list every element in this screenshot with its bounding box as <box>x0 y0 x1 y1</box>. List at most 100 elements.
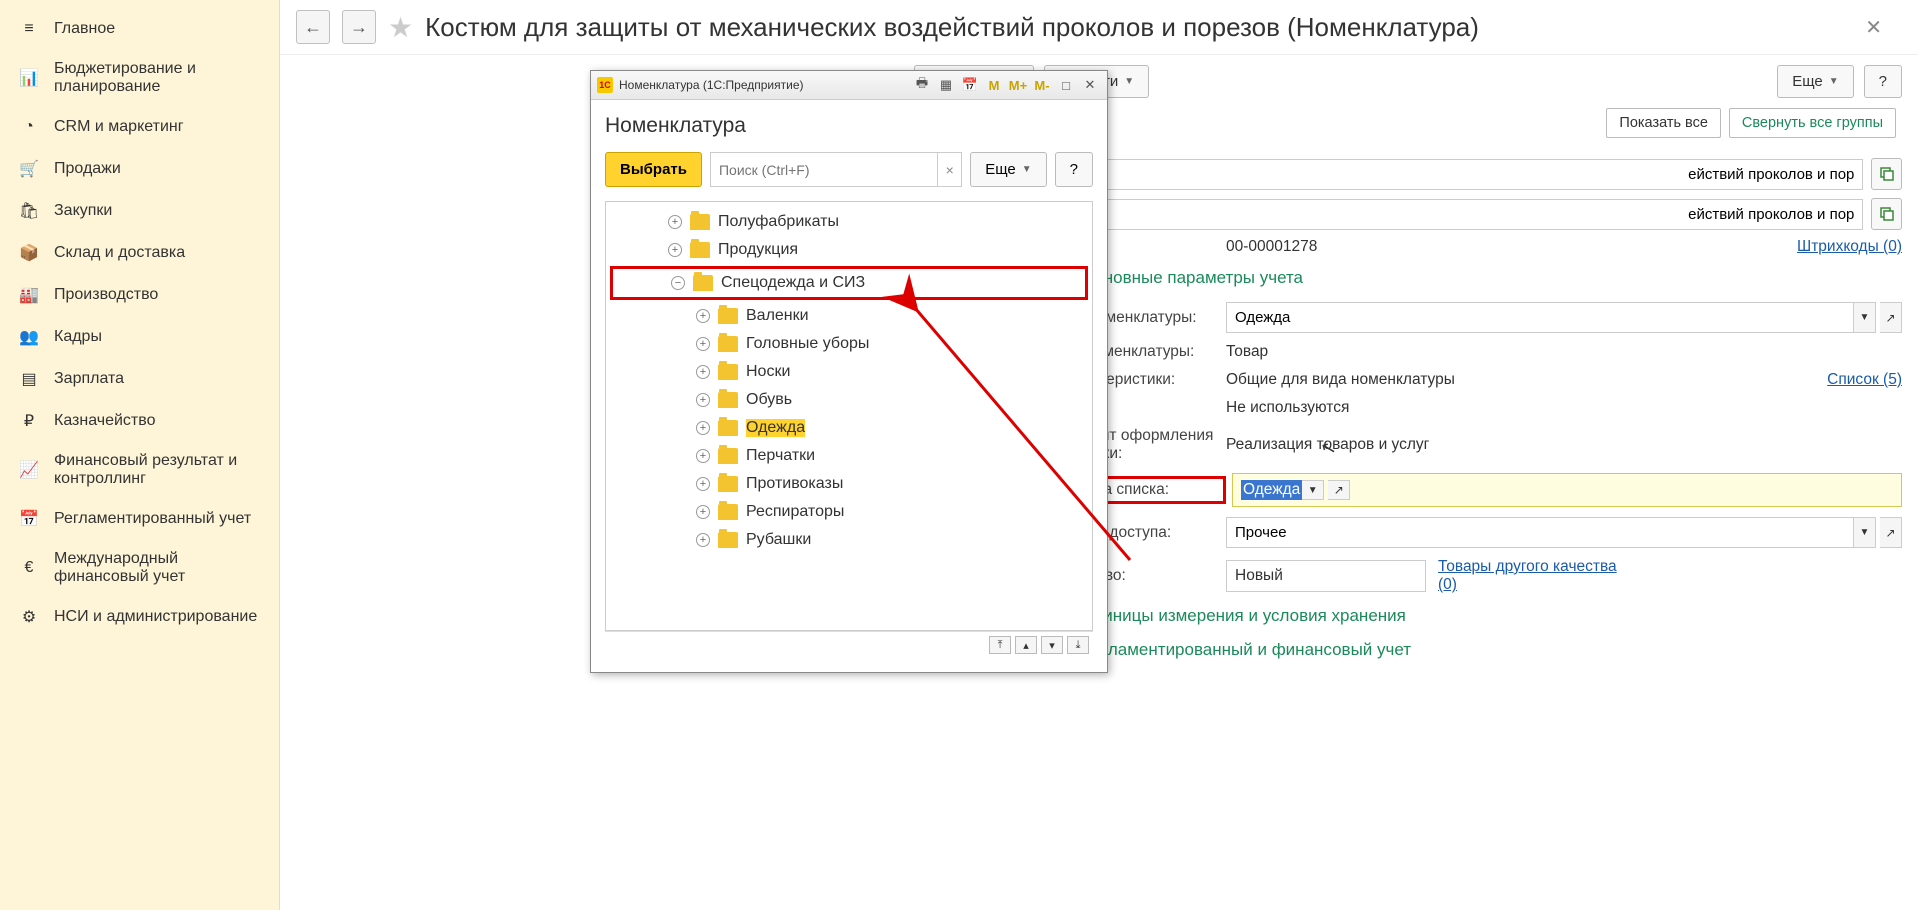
sidebar-item-hr[interactable]: 👥Кадры <box>0 316 279 358</box>
calc-icon[interactable]: ▦ <box>935 75 957 95</box>
copy-button-2[interactable] <box>1871 198 1902 230</box>
star-icon[interactable]: ★ <box>388 11 413 44</box>
grd-open[interactable]: ↗ <box>1880 517 1902 548</box>
section-reg[interactable]: ▸ Регламентированный и финансовый учет <box>1056 640 1902 660</box>
section-main-params[interactable]: ▾ Основные параметры учета <box>1056 268 1902 288</box>
tree-item[interactable]: +Продукция <box>610 236 1088 264</box>
sidebar-item-intl[interactable]: €Международный финансовый учет <box>0 540 279 596</box>
tree-bottom-button[interactable]: ⤓ <box>1067 636 1089 654</box>
copy-button-1[interactable] <box>1871 158 1902 190</box>
sidebar-label: Главное <box>54 20 115 38</box>
select-button[interactable]: Выбрать <box>605 152 702 187</box>
modal-more-button[interactable]: Еще▼ <box>970 152 1046 187</box>
sidebar-label: Бюджетирование и планирование <box>54 60 261 96</box>
ruble-icon: ₽ <box>18 410 40 432</box>
tree-item[interactable]: +Респираторы <box>610 498 1088 526</box>
sidebar-label: Производство <box>54 286 158 304</box>
back-button[interactable]: ← <box>296 10 330 44</box>
expand-icon[interactable]: − <box>671 276 685 290</box>
sidebar-item-warehouse[interactable]: 📦Склад и доставка <box>0 232 279 274</box>
modal-help-button[interactable]: ? <box>1055 152 1093 187</box>
kac-value[interactable]: Новый <box>1226 560 1426 592</box>
kac-link[interactable]: Товары другого качества (0) <box>1438 558 1638 594</box>
calendar-icon[interactable]: 📅 <box>959 75 981 95</box>
tree-item[interactable]: +Рубашки <box>610 526 1088 554</box>
forward-button[interactable]: → <box>342 10 376 44</box>
sidebar-item-crm[interactable]: ◔CRM и маркетинг <box>0 106 279 148</box>
close-button[interactable]: ✕ <box>1865 15 1882 40</box>
more-button[interactable]: Еще▼ <box>1777 65 1853 98</box>
tree-item[interactable]: +Головные уборы <box>610 330 1088 358</box>
expand-icon[interactable]: + <box>696 365 710 379</box>
tree-item[interactable]: +Валенки <box>610 302 1088 330</box>
sidebar-item-finance[interactable]: 📈Финансовый результат и контроллинг <box>0 442 279 498</box>
name-field-2[interactable] <box>1056 199 1863 230</box>
expand-icon[interactable]: + <box>696 337 710 351</box>
expand-icon[interactable]: + <box>668 215 682 229</box>
expand-icon[interactable]: + <box>696 533 710 547</box>
tree-down-button[interactable]: ▾ <box>1041 636 1063 654</box>
expand-icon[interactable]: + <box>668 243 682 257</box>
folder-icon <box>718 532 738 548</box>
menu-icon: ≡ <box>18 18 40 40</box>
tree-label: Спецодежда и СИЗ <box>721 274 865 292</box>
grl-open[interactable]: ↗ <box>1328 480 1350 500</box>
expand-icon[interactable]: + <box>696 505 710 519</box>
show-all-button[interactable]: Показать все <box>1606 108 1721 138</box>
modal-close-icon[interactable]: ✕ <box>1079 75 1101 95</box>
m-icon[interactable]: M <box>983 75 1005 95</box>
har-value: Общие для вида номенклатуры <box>1226 371 1827 389</box>
grd-dropdown[interactable]: ▼ <box>1854 517 1876 548</box>
expand-icon[interactable]: + <box>696 477 710 491</box>
code-value: 00-00001278 <box>1226 238 1317 256</box>
vid-input[interactable] <box>1226 302 1854 333</box>
m-plus-icon[interactable]: M+ <box>1007 75 1029 95</box>
barcodes-link[interactable]: Штрихкоды (0) <box>1797 238 1902 256</box>
grl-dropdown[interactable]: ▼ <box>1302 480 1324 500</box>
help-button[interactable]: ? <box>1864 65 1902 98</box>
tree-item[interactable]: +Носки <box>610 358 1088 386</box>
nomenclature-modal: 1C Номенклатура (1С:Предприятие) 🖶 ▦ 📅 M… <box>590 70 1108 673</box>
folder-icon <box>718 308 738 324</box>
clear-search-icon[interactable]: × <box>938 152 962 187</box>
grd-input[interactable] <box>1226 517 1854 548</box>
sidebar-item-nsi[interactable]: ⚙НСИ и администрирование <box>0 596 279 638</box>
sidebar-item-sales[interactable]: 🛒Продажи <box>0 148 279 190</box>
tree-item[interactable]: − Спецодежда и СИЗ <box>613 269 1085 297</box>
tree-item[interactable]: +Полуфабрикаты <box>610 208 1088 236</box>
tree-up-button[interactable]: ▴ <box>1015 636 1037 654</box>
sidebar-item-production[interactable]: 🏭Производство <box>0 274 279 316</box>
sidebar-item-main[interactable]: ≡ Главное <box>0 8 279 50</box>
har-link[interactable]: Список (5) <box>1827 371 1902 389</box>
folder-tree[interactable]: +Полуфабрикаты+Продукция − Спецодежда и СИ… <box>605 201 1093 631</box>
maximize-icon[interactable]: □ <box>1055 75 1077 95</box>
expand-icon[interactable]: + <box>696 449 710 463</box>
print-icon[interactable]: 🖶 <box>911 75 933 95</box>
vid-dropdown[interactable]: ▼ <box>1854 302 1876 333</box>
section-units[interactable]: ▸ Единицы измерения и условия хранения <box>1056 606 1902 626</box>
sidebar-item-budget[interactable]: 📊Бюджетирование и планирование <box>0 50 279 106</box>
search-input[interactable] <box>710 152 938 187</box>
sidebar-label: Финансовый результат и контроллинг <box>54 452 261 488</box>
sidebar-item-salary[interactable]: ▤Зарплата <box>0 358 279 400</box>
tree-item[interactable]: +Противоказы <box>610 470 1088 498</box>
name-field-1[interactable] <box>1056 159 1863 190</box>
pie-icon: ◔ <box>18 116 40 138</box>
ser-value: Не используются <box>1226 399 1902 417</box>
expand-icon[interactable]: + <box>696 421 710 435</box>
expand-icon[interactable]: + <box>696 309 710 323</box>
tree-top-button[interactable]: ⤒ <box>989 636 1011 654</box>
sidebar-item-regulated[interactable]: 📅Регламентированный учет <box>0 498 279 540</box>
sidebar-item-purchase[interactable]: 🛍Закупки <box>0 190 279 232</box>
header: ← → ★ Костюм для защиты от механических … <box>280 0 1918 55</box>
sidebar-item-treasury[interactable]: ₽Казначейство <box>0 400 279 442</box>
collapse-all-button[interactable]: Свернуть все группы <box>1729 108 1896 138</box>
tree-item[interactable]: +Обувь <box>610 386 1088 414</box>
folder-icon <box>718 476 738 492</box>
vid-open[interactable]: ↗ <box>1880 302 1902 333</box>
expand-icon[interactable]: + <box>696 393 710 407</box>
modal-titlebar[interactable]: 1C Номенклатура (1С:Предприятие) 🖶 ▦ 📅 M… <box>591 71 1107 100</box>
tree-item[interactable]: +Одежда <box>610 414 1088 442</box>
m-minus-icon[interactable]: M- <box>1031 75 1053 95</box>
tree-item[interactable]: +Перчатки <box>610 442 1088 470</box>
